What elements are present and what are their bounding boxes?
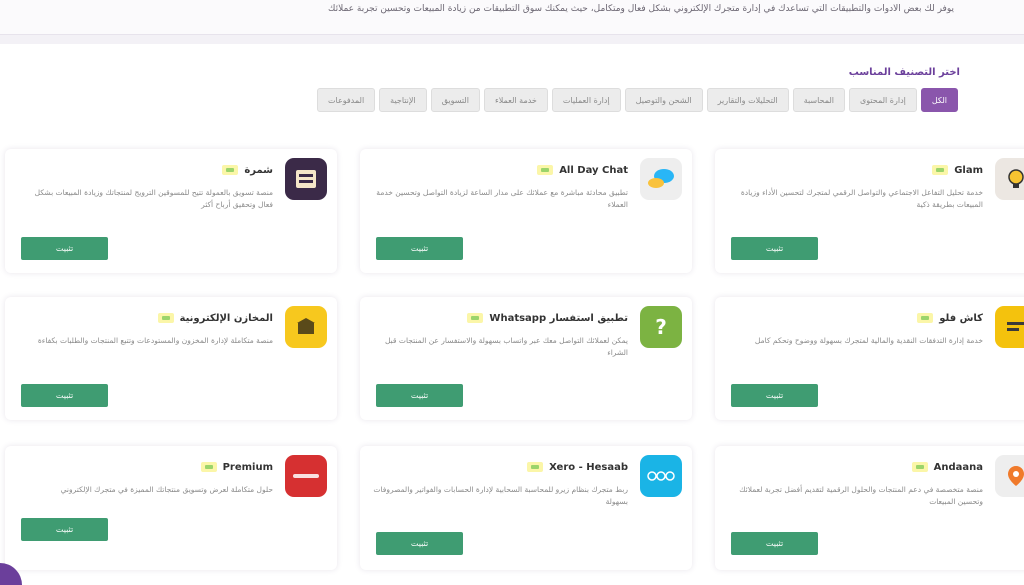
tab-content-management[interactable]: إدارة المحتوى xyxy=(848,88,917,112)
install-button[interactable]: تثبيت xyxy=(376,384,463,407)
install-button[interactable]: تثبيت xyxy=(731,237,818,260)
tab-customer-service[interactable]: خدمة العملاء xyxy=(483,88,548,112)
app-title: المخازن الإلكترونية xyxy=(157,313,273,324)
premium-logo-icon xyxy=(285,455,327,497)
app-description: ربط متجرك بنظام زيرو للمحاسبة السحابية ل… xyxy=(373,485,628,506)
xero-logo-icon xyxy=(640,455,682,497)
tab-accounting[interactable]: المحاسبة xyxy=(792,88,845,112)
category-tabs: الكل إدارة المحتوى المحاسبة التحليلات وا… xyxy=(316,88,958,112)
tab-shipping[interactable]: الشحن والتوصيل xyxy=(624,88,703,112)
rating-badge xyxy=(467,313,484,323)
intro-text: يوفر لك بعض الأدوات والتطبيقات التي تساع… xyxy=(327,4,954,14)
cashflow-logo-icon xyxy=(995,306,1024,348)
app-description: منصة متخصصة في دعم المنتجات والحلول الرق… xyxy=(739,485,983,506)
install-button[interactable]: تثبيت xyxy=(376,237,463,260)
app-card: Premium حلول متكاملة لعرض وتسويق منتجاتك… xyxy=(5,446,337,570)
tab-payments[interactable]: المدفوعات xyxy=(316,88,376,112)
app-title: شمرة xyxy=(222,165,273,176)
rating-badge xyxy=(932,165,949,175)
app-title: Premium xyxy=(200,462,273,473)
app-description: يمكن لعملائك التواصل معك عبر واتساب بسهو… xyxy=(384,336,628,357)
rating-badge xyxy=(200,462,217,472)
tab-all[interactable]: الكل xyxy=(920,88,958,112)
chat-bubbles-logo-icon xyxy=(640,158,682,200)
rating-badge xyxy=(157,313,174,323)
app-description: منصة متكاملة لإدارة المخزون والمستودعات … xyxy=(37,336,273,345)
shamra-logo-icon xyxy=(285,158,327,200)
app-title: تطبيق استفسار Whatsapp xyxy=(467,313,628,324)
app-description: خدمة إدارة التدفقات النقدية والمالية لمت… xyxy=(754,336,983,345)
app-title: Xero - Hesaab xyxy=(527,462,628,473)
app-card: ? تطبيق استفسار Whatsapp يمكن لعملائك ال… xyxy=(360,297,692,420)
install-button[interactable]: تثبيت xyxy=(21,384,108,407)
app-card: Xero - Hesaab ربط متجرك بنظام زيرو للمحا… xyxy=(360,446,692,570)
app-card: كاش فلو خدمة إدارة التدفقات النقدية والم… xyxy=(715,297,1024,420)
rating-badge xyxy=(917,313,934,323)
app-title: Andaana xyxy=(911,462,983,473)
store-logo-icon xyxy=(285,306,327,348)
app-card: Andaana منصة متخصصة في دعم المنتجات والح… xyxy=(715,446,1024,570)
app-card: شمرة منصة تسويق بالعمولة تتيح للمسوقين ا… xyxy=(5,149,337,273)
app-description: منصة تسويق بالعمولة تتيح للمسوقين التروي… xyxy=(34,188,273,209)
category-title: اختر التصنيف المناسب xyxy=(848,67,960,78)
tab-productivity[interactable]: الإنتاجية xyxy=(379,88,427,112)
tab-marketing[interactable]: التسويق xyxy=(430,88,480,112)
rating-badge xyxy=(911,462,928,472)
rating-badge xyxy=(222,165,239,175)
rating-badge xyxy=(527,462,544,472)
install-button[interactable]: تثبيت xyxy=(731,532,818,555)
rating-badge xyxy=(537,165,554,175)
app-description: تطبيق محادثة مباشرة مع عملائك على مدار ا… xyxy=(376,188,628,209)
question-logo-icon: ? xyxy=(640,306,682,348)
app-title: كاش فلو xyxy=(917,313,983,324)
app-card: All Day Chat تطبيق محادثة مباشرة مع عملا… xyxy=(360,149,692,273)
app-card: Glam خدمة تحليل التفاعل الاجتماعي والتوا… xyxy=(715,149,1024,273)
top-intro-strip: يوفر لك بعض الأدوات والتطبيقات التي تساع… xyxy=(0,0,1024,35)
pin-logo-icon xyxy=(995,455,1024,497)
app-title: All Day Chat xyxy=(537,165,628,176)
install-button[interactable]: تثبيت xyxy=(731,384,818,407)
bulb-logo-icon xyxy=(995,158,1024,200)
install-button[interactable]: تثبيت xyxy=(21,237,108,260)
app-description: حلول متكاملة لعرض وتسويق منتجاتك المميزة… xyxy=(60,485,273,494)
app-title: Glam xyxy=(932,165,983,176)
install-button[interactable]: تثبيت xyxy=(376,532,463,555)
tab-analytics[interactable]: التحليلات والتقارير xyxy=(706,88,789,112)
app-card: المخازن الإلكترونية منصة متكاملة لإدارة … xyxy=(5,297,337,420)
app-description: خدمة تحليل التفاعل الاجتماعي والتواصل ال… xyxy=(740,188,983,209)
tab-operations[interactable]: إدارة العمليات xyxy=(551,88,621,112)
install-button[interactable]: تثبيت xyxy=(21,518,108,541)
svg-text:?: ? xyxy=(655,315,667,339)
